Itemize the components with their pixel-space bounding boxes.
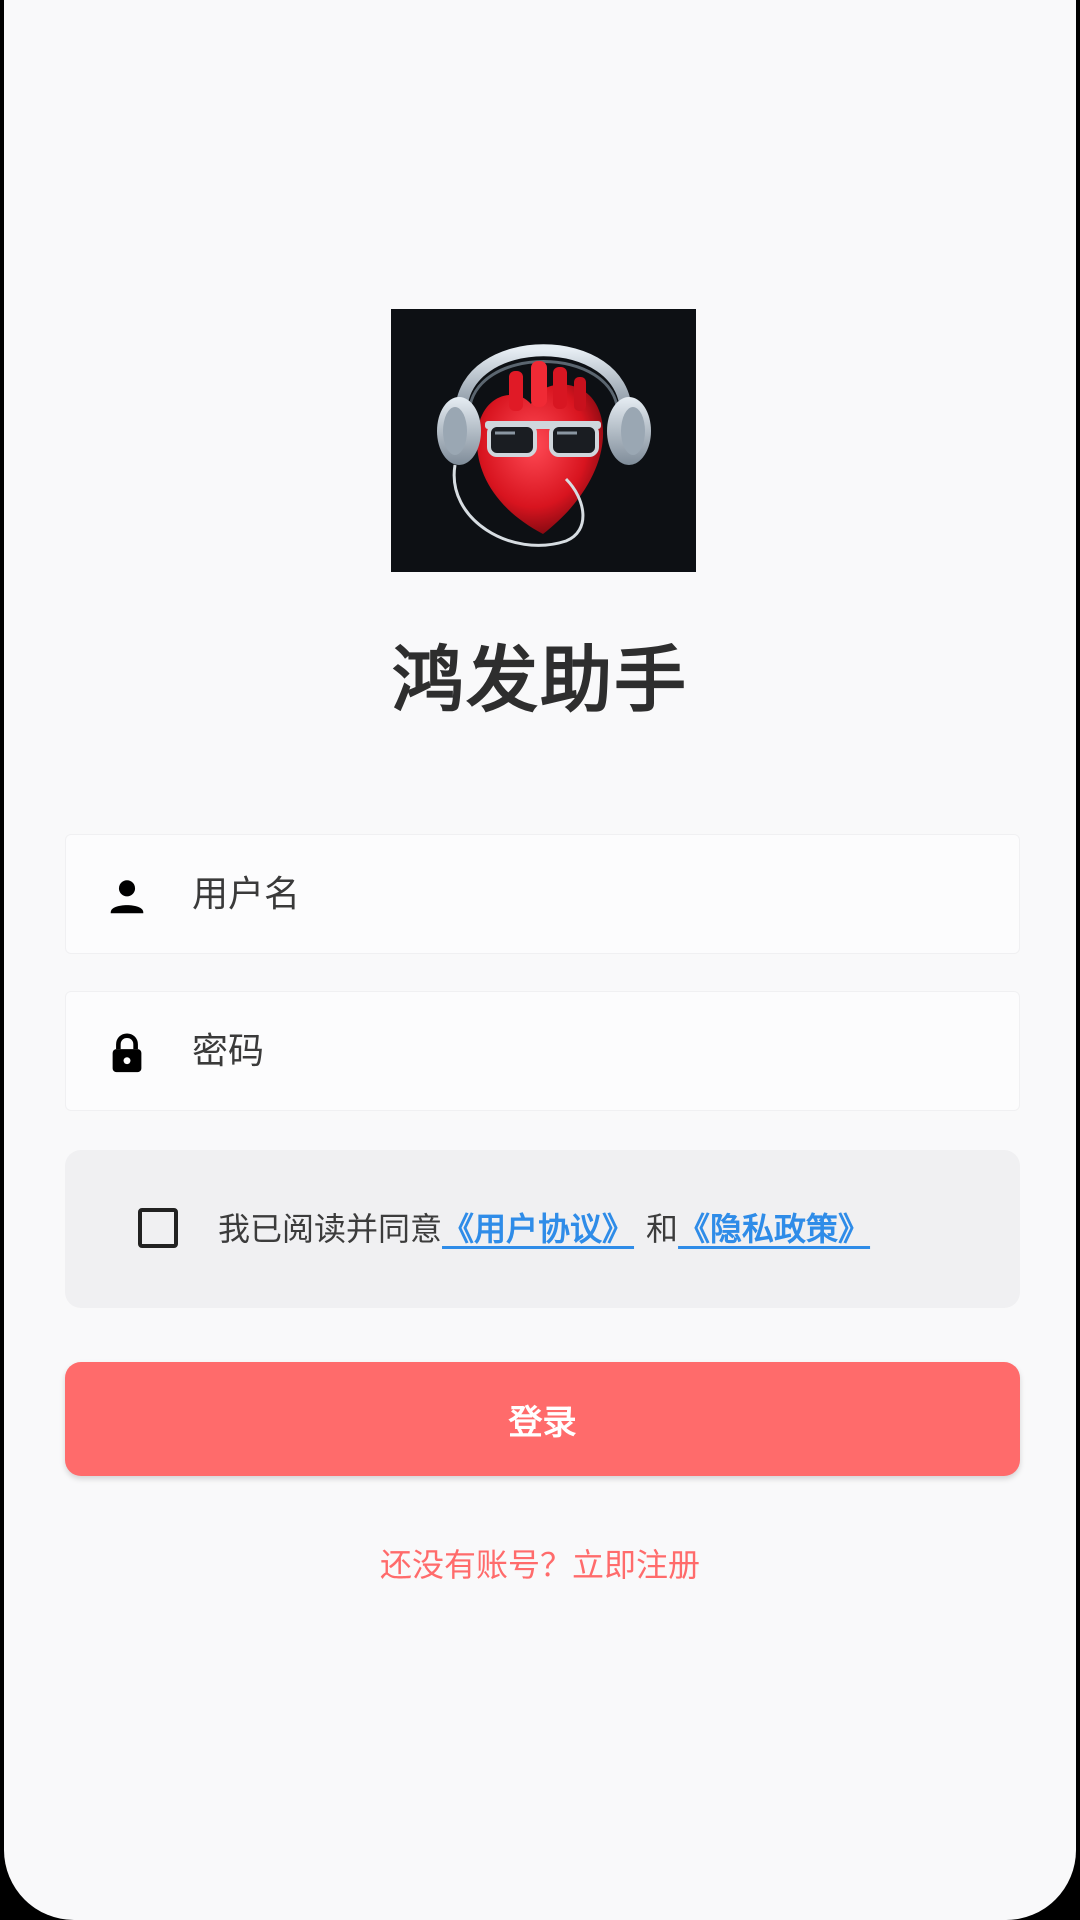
person-icon (104, 873, 150, 919)
username-field[interactable] (65, 834, 1020, 954)
password-input[interactable] (186, 992, 986, 1110)
password-field[interactable] (65, 991, 1020, 1111)
login-button[interactable]: 登录 (65, 1362, 1020, 1476)
register-link[interactable]: 还没有账号？立即注册 (4, 1540, 1076, 1590)
agreement-prefix: 我已阅读并同意 (218, 1210, 443, 1248)
agreement-text: 我已阅读并同意《用户协议》 和《隐私政策》 (218, 1200, 882, 1258)
app-logo (391, 309, 696, 572)
login-screen: 鸿发助手 我已阅读并同意《用户协议》和《隐私政策》 登录 还没有账号？立即注册 (4, 0, 1076, 1920)
heart-headphones-logo (391, 309, 696, 572)
agreement-checkbox[interactable] (138, 1208, 178, 1248)
lock-icon (104, 1030, 150, 1076)
user-agreement-link[interactable]: 《用户协议》 (442, 1210, 646, 1248)
agreement-panel: 我已阅读并同意《用户协议》 和《隐私政策》 (65, 1150, 1020, 1308)
privacy-policy-link[interactable]: 《隐私政策》 (678, 1210, 882, 1248)
app-title: 鸿发助手 (391, 638, 688, 722)
username-input[interactable] (186, 835, 986, 953)
agreement-conjunction: 和 (646, 1210, 679, 1248)
